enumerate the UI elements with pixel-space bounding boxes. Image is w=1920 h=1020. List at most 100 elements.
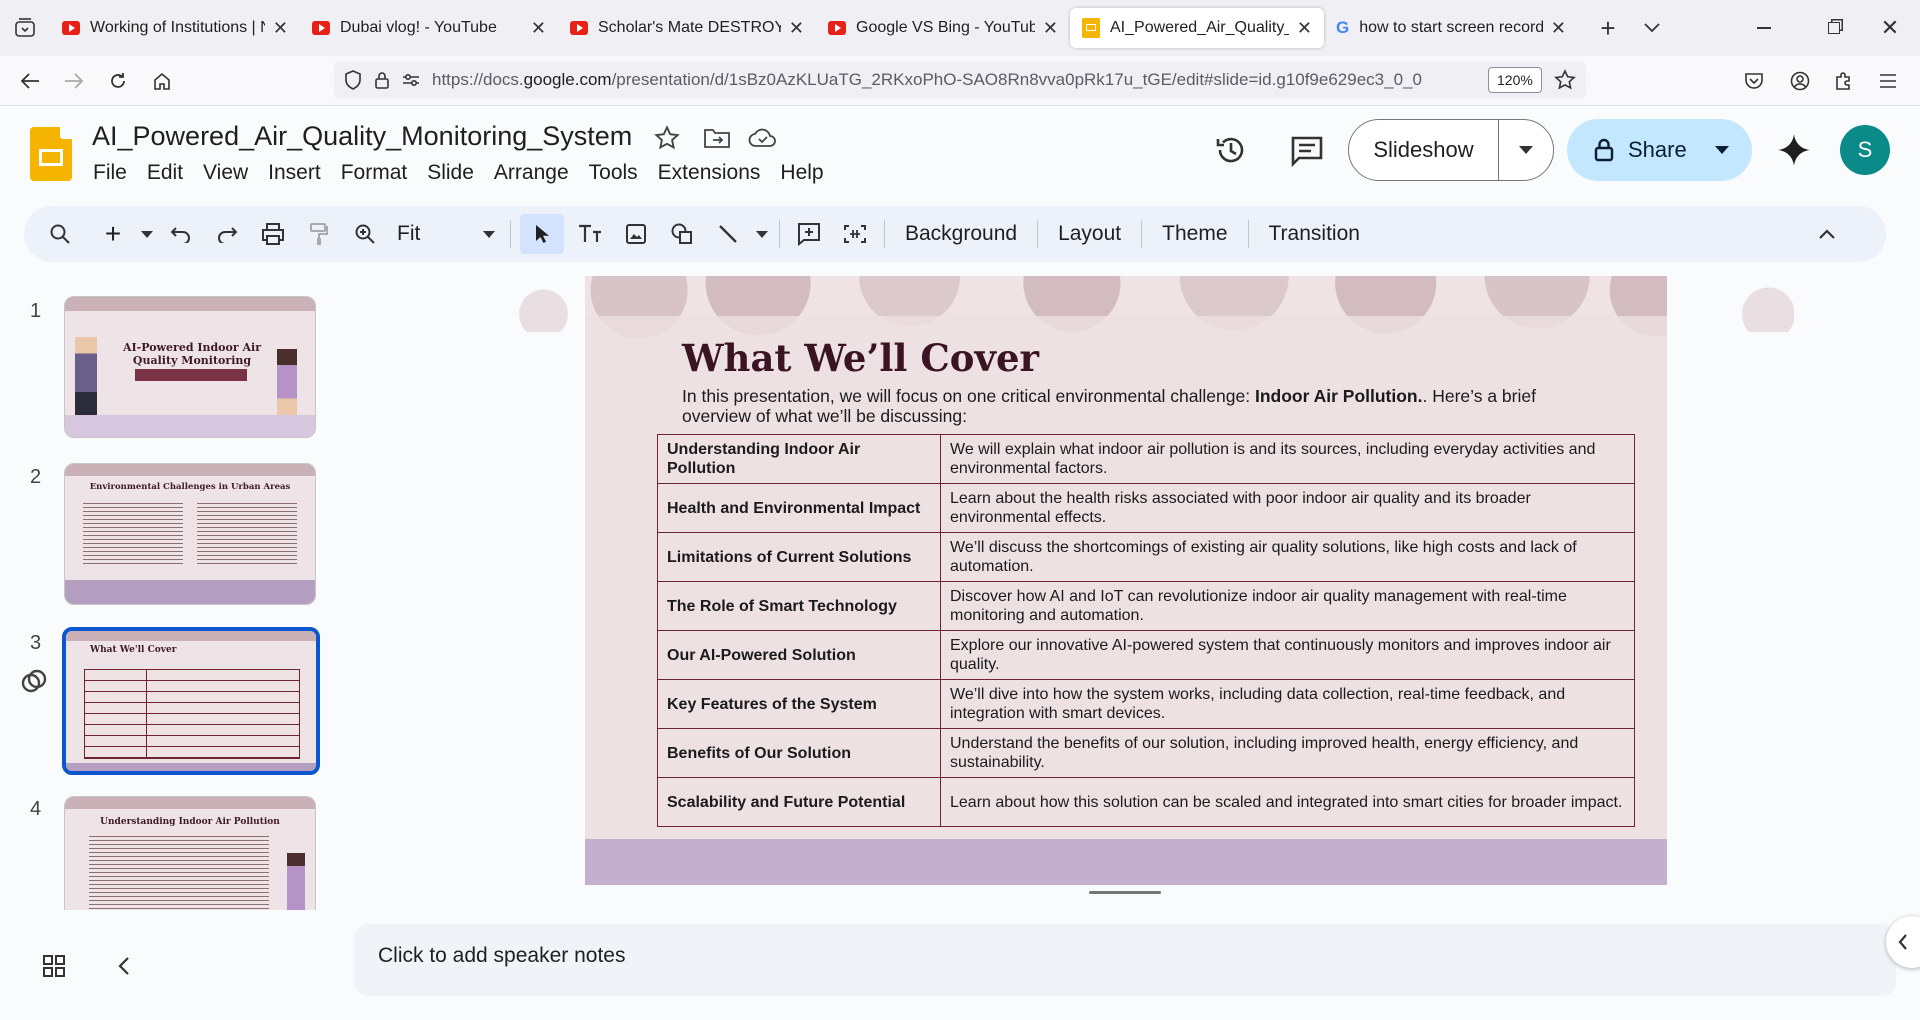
close-tab-icon[interactable]: ✕	[1551, 18, 1566, 39]
pocket-icon[interactable]	[1732, 61, 1776, 101]
chevron-down-icon[interactable]	[1630, 8, 1674, 48]
table-row[interactable]: Benefits of Our Solution Understand the b…	[657, 728, 1635, 778]
table-cell-topic[interactable]: Scalability and Future Potential	[657, 777, 941, 827]
search-menus-icon[interactable]	[40, 214, 80, 254]
version-history-icon[interactable]	[1214, 133, 1248, 167]
print-icon[interactable]	[253, 214, 293, 254]
notes-resize-handle[interactable]	[1089, 891, 1161, 894]
table-cell-topic[interactable]: Our AI-Powered Solution	[657, 630, 941, 680]
address-bar[interactable]: https://docs.google.com/presentation/d/1…	[334, 61, 1586, 99]
zoom-icon[interactable]	[345, 214, 385, 254]
table-row[interactable]: Scalability and Future Potential Learn ab…	[657, 777, 1635, 827]
undo-icon[interactable]	[161, 214, 201, 254]
slide-title[interactable]: What We’ll Cover	[682, 336, 1039, 380]
new-slide-layout-dropdown-icon[interactable]	[139, 214, 155, 254]
slideshow-button[interactable]: Slideshow	[1348, 119, 1554, 181]
close-tab-icon[interactable]: ✕	[1043, 18, 1058, 39]
slideshow-options-icon[interactable]	[1499, 146, 1553, 154]
close-tab-icon[interactable]: ✕	[1297, 18, 1312, 39]
table-row[interactable]: Key Features of the System We’ll dive int…	[657, 679, 1635, 729]
speaker-notes-placeholder[interactable]: Click to add speaker notes	[378, 944, 625, 968]
account-icon[interactable]	[1778, 61, 1822, 101]
table-cell-topic[interactable]: Limitations of Current Solutions	[657, 532, 941, 582]
table-cell-description[interactable]: We’ll discuss the shortcomings of existi…	[940, 532, 1635, 582]
browser-tab-2[interactable]: Dubai vlog! - YouTube ✕	[300, 8, 558, 48]
browser-tab-4[interactable]: Google VS Bing - YouTube ✕	[816, 8, 1070, 48]
extensions-icon[interactable]	[1822, 61, 1866, 101]
browser-tab-6[interactable]: G how to start screen recordin ✕	[1324, 8, 1578, 48]
menu-slide[interactable]: Slide	[417, 161, 484, 185]
table-cell-description[interactable]: We will explain what indoor air pollutio…	[940, 434, 1635, 484]
select-tool-icon[interactable]	[520, 214, 564, 254]
background-button[interactable]: Background	[891, 222, 1031, 246]
layout-button[interactable]: Layout	[1044, 222, 1135, 246]
slide-canvas[interactable]: What We’ll Cover In this presentation, w…	[585, 276, 1667, 885]
grid-view-icon[interactable]	[42, 954, 66, 978]
line-icon[interactable]	[708, 214, 748, 254]
linked-objects-icon[interactable]	[20, 667, 48, 695]
share-button[interactable]: Share	[1567, 119, 1752, 181]
table-cell-topic[interactable]: Health and Environmental Impact	[657, 483, 941, 533]
slide-thumbnail-2[interactable]: Environmental Challenges in Urban Areas	[64, 463, 316, 605]
table-cell-description[interactable]: Understand the benefits of our solution,…	[940, 728, 1635, 778]
table-cell-topic[interactable]: Benefits of Our Solution	[657, 728, 941, 778]
table-row[interactable]: Limitations of Current Solutions We’ll di…	[657, 532, 1635, 582]
table-row[interactable]: Health and Environmental Impact Learn abo…	[657, 483, 1635, 533]
topics-table[interactable]: Understanding Indoor Air Pollution We wil…	[657, 434, 1635, 827]
collapse-menus-icon[interactable]	[1807, 214, 1847, 254]
slide-intro-text[interactable]: In this presentation, we will focus on o…	[682, 386, 1562, 426]
zoom-select[interactable]: Fit	[391, 214, 501, 254]
new-slide-icon[interactable]: +	[93, 214, 133, 254]
close-tab-icon[interactable]: ✕	[273, 18, 288, 39]
cloud-saved-icon[interactable]	[748, 127, 778, 149]
new-tab-icon[interactable]: +	[1586, 8, 1630, 48]
paint-format-icon[interactable]	[299, 214, 339, 254]
home-icon[interactable]	[140, 61, 184, 101]
table-cell-description[interactable]: Learn about the health risks associated …	[940, 483, 1635, 533]
table-cell-description[interactable]: Learn about how this solution can be sca…	[940, 777, 1635, 827]
lock-icon[interactable]	[374, 71, 390, 89]
browser-tab-5-active[interactable]: AI_Powered_Air_Quality_Mo ✕	[1070, 8, 1324, 48]
gemini-sparkle-icon[interactable]	[1777, 133, 1811, 167]
page-settings-icon[interactable]	[402, 73, 420, 87]
share-options-icon[interactable]	[1714, 146, 1729, 154]
close-tab-icon[interactable]: ✕	[789, 18, 804, 39]
add-comment-icon[interactable]	[789, 214, 829, 254]
table-cell-description[interactable]: We’ll dive into how the system works, in…	[940, 679, 1635, 729]
line-dropdown-icon[interactable]	[754, 214, 770, 254]
menu-format[interactable]: Format	[331, 161, 418, 185]
comments-icon[interactable]	[1290, 135, 1324, 167]
slides-logo-icon[interactable]	[30, 127, 72, 181]
menu-edit[interactable]: Edit	[137, 161, 193, 185]
table-row[interactable]: Our AI-Powered Solution Explore our innov…	[657, 630, 1635, 680]
bookmark-star-icon[interactable]	[1554, 69, 1576, 91]
collapse-filmstrip-icon[interactable]	[118, 956, 130, 976]
reload-icon[interactable]	[96, 61, 140, 101]
redo-icon[interactable]	[207, 214, 247, 254]
menu-icon[interactable]	[1866, 61, 1910, 101]
slide-thumbnail-3-selected[interactable]: What We'll Cover	[62, 627, 320, 775]
zoom-indicator[interactable]: 120%	[1488, 67, 1542, 93]
theme-button[interactable]: Theme	[1148, 222, 1241, 246]
table-cell-description[interactable]: Explore our innovative AI-powered system…	[940, 630, 1635, 680]
restore-icon[interactable]	[1812, 8, 1856, 48]
avatar[interactable]: S	[1840, 125, 1890, 175]
speaker-notes-panel[interactable]: Click to add speaker notes	[354, 924, 1896, 996]
transition-button[interactable]: Transition	[1255, 222, 1374, 246]
alt-text-icon[interactable]	[835, 214, 875, 254]
move-folder-icon[interactable]	[703, 127, 731, 149]
text-box-icon[interactable]	[570, 214, 610, 254]
slide-thumbnail-4[interactable]: Understanding Indoor Air Pollution	[64, 796, 316, 910]
table-cell-topic[interactable]: Key Features of the System	[657, 679, 941, 729]
close-tab-icon[interactable]: ✕	[531, 18, 546, 39]
slideshow-label[interactable]: Slideshow	[1349, 120, 1499, 180]
url-text[interactable]: https://docs.google.com/presentation/d/1…	[432, 70, 1422, 90]
menu-file[interactable]: File	[83, 161, 137, 185]
forward-icon[interactable]	[52, 61, 96, 101]
insert-image-icon[interactable]	[616, 214, 656, 254]
menu-help[interactable]: Help	[770, 161, 833, 185]
tab-list-icon[interactable]	[0, 8, 50, 48]
menu-insert[interactable]: Insert	[258, 161, 331, 185]
menu-tools[interactable]: Tools	[579, 161, 648, 185]
minimize-icon[interactable]	[1742, 8, 1786, 48]
